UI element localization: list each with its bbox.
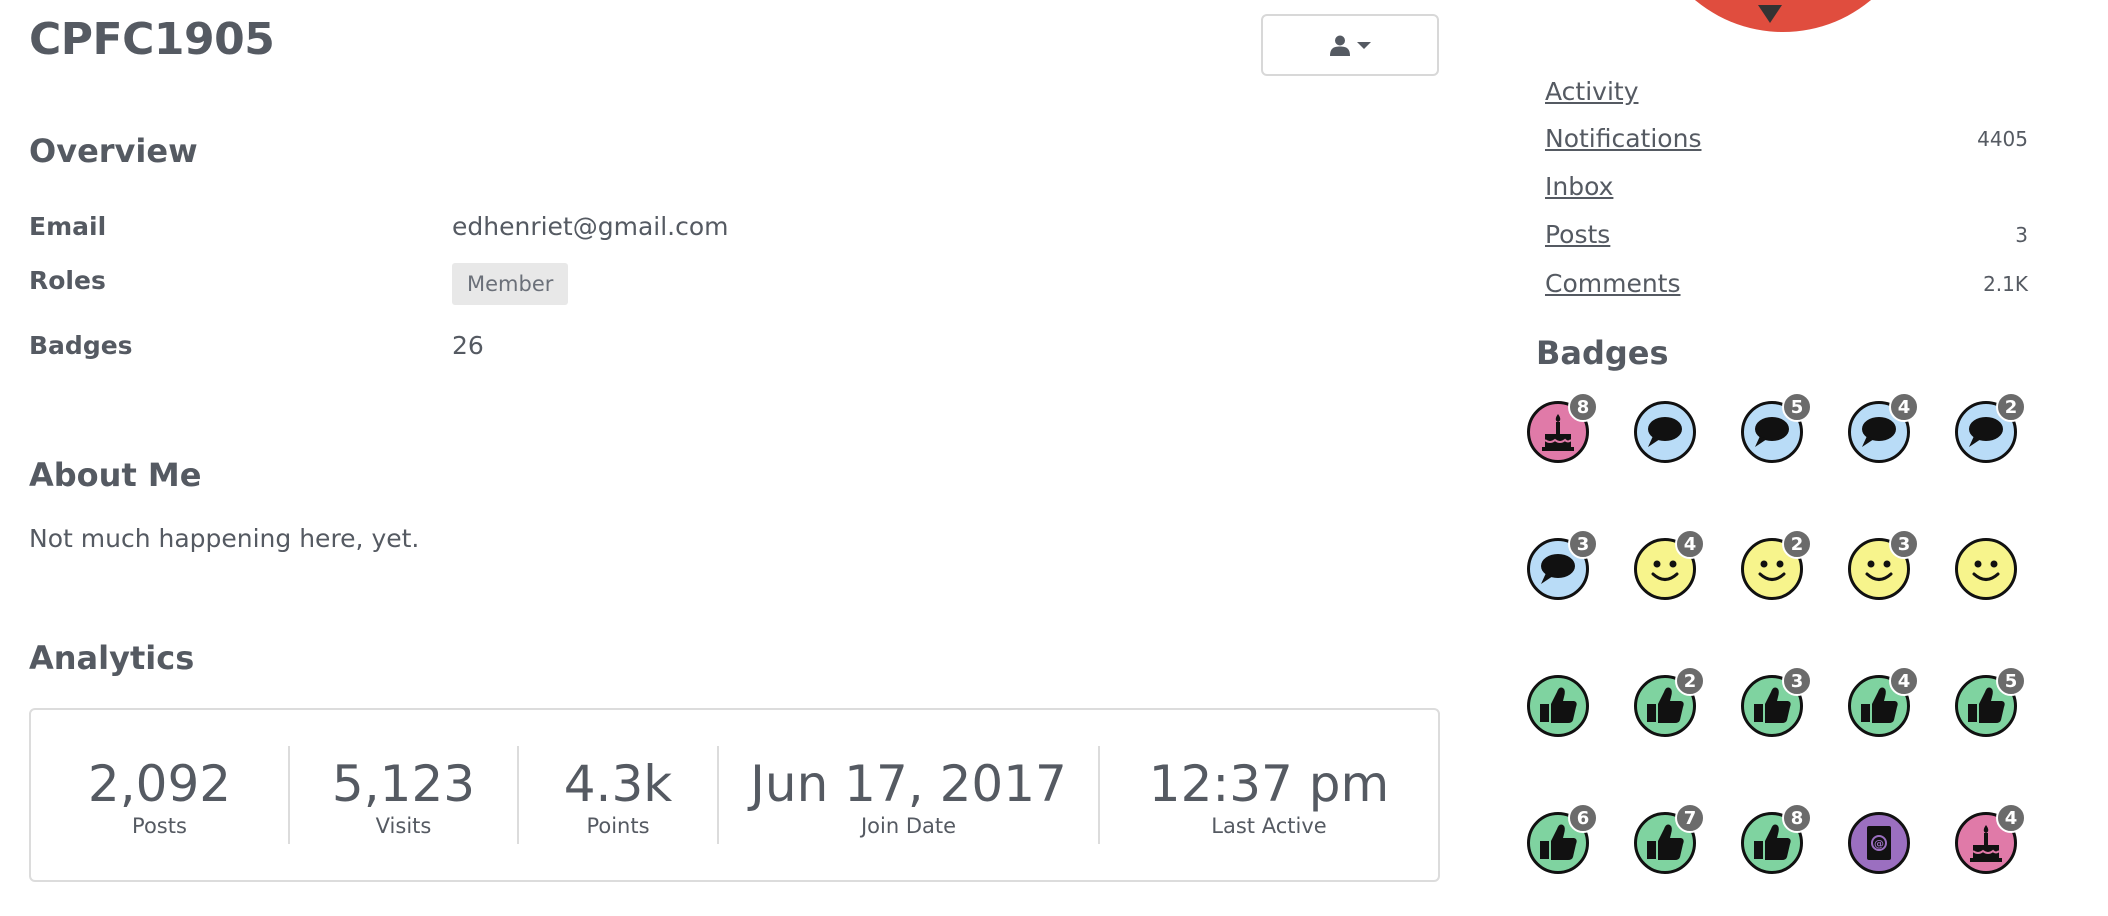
badges-title: Badges — [1536, 334, 1669, 372]
analytics-panel: 2,092 Posts 5,123 Visits 4.3k Points Jun… — [29, 708, 1440, 882]
stat-join-date: Jun 17, 2017 Join Date — [719, 710, 1098, 880]
analytics-title: Analytics — [29, 639, 195, 677]
about-title: About Me — [29, 456, 202, 494]
badge-thumbs-up[interactable]: 4 — [1847, 666, 1919, 738]
badge-cake[interactable]: 8 — [1526, 392, 1598, 464]
badge-count: 7 — [1675, 803, 1705, 833]
badge-count: 3 — [1568, 529, 1598, 559]
badge-thumbs-up[interactable]: 3 — [1740, 666, 1812, 738]
stat-label: Visits — [375, 813, 432, 838]
badge-speech-bubble[interactable]: 5 — [1740, 392, 1812, 464]
about-text: Not much happening here, yet. — [29, 524, 420, 553]
badge-count: 8 — [1568, 392, 1598, 422]
badge-thumbs-up[interactable]: 7 — [1633, 803, 1705, 875]
chevron-down-icon — [1357, 40, 1371, 50]
badge-count: 3 — [1889, 529, 1919, 559]
stat-label: Join Date — [860, 813, 957, 838]
badge-smiley[interactable]: 4 — [1633, 529, 1705, 601]
role-badge: Member — [452, 263, 569, 305]
svg-text:@: @ — [1874, 839, 1884, 850]
badge-thumbs-up[interactable] — [1526, 674, 1590, 738]
badge-speech-bubble[interactable]: 4 — [1847, 392, 1919, 464]
comments-count: 2.1K — [1983, 272, 2028, 296]
overview-title: Overview — [29, 132, 198, 170]
smiley-icon — [1955, 538, 2017, 600]
email-label: Email — [29, 212, 107, 241]
badge-count: 6 — [1568, 803, 1598, 833]
badge-thumbs-up[interactable]: 2 — [1633, 666, 1705, 738]
address-book-icon: @ — [1848, 812, 1910, 874]
badge-address-book[interactable]: @ — [1847, 811, 1911, 875]
roles-label: Roles — [29, 266, 106, 295]
badge-cake[interactable]: 4 — [1954, 803, 2026, 875]
stat-label: Posts — [132, 813, 187, 838]
user-icon — [1329, 34, 1351, 56]
stat-value: 12:37 pm — [1148, 754, 1390, 813]
badge-smiley[interactable] — [1954, 537, 2018, 601]
badge-speech-bubble[interactable]: 2 — [1954, 392, 2026, 464]
stat-value: 4.3k — [563, 754, 673, 813]
badge-thumbs-up[interactable]: 6 — [1526, 803, 1598, 875]
badge-count: 3 — [1782, 666, 1812, 696]
stat-points: 4.3k Points — [519, 710, 717, 880]
speech-bubble-icon — [1634, 401, 1696, 463]
badge-count: 4 — [1889, 666, 1919, 696]
avatar[interactable] — [1648, 0, 1918, 37]
sidebar-link-activity[interactable]: Activity — [1545, 77, 1639, 106]
badge-smiley[interactable]: 2 — [1740, 529, 1812, 601]
badge-count: 5 — [1782, 392, 1812, 422]
stat-value: 2,092 — [87, 754, 232, 813]
badge-speech-bubble[interactable] — [1633, 400, 1697, 464]
stat-value: Jun 17, 2017 — [750, 754, 1067, 813]
notifications-count: 4405 — [1977, 127, 2028, 151]
stat-value: 5,123 — [331, 754, 476, 813]
email-value: edhenriet@gmail.com — [452, 212, 729, 241]
badge-thumbs-up[interactable]: 5 — [1954, 666, 2026, 738]
badge-speech-bubble[interactable]: 3 — [1526, 529, 1598, 601]
thumbs-up-icon — [1527, 675, 1589, 737]
badge-count: 2 — [1996, 392, 2026, 422]
sidebar-link-inbox[interactable]: Inbox — [1545, 172, 1613, 201]
posts-count: 3 — [2015, 223, 2028, 247]
badge-thumbs-up[interactable]: 8 — [1740, 803, 1812, 875]
sidebar-link-comments[interactable]: Comments — [1545, 269, 1681, 298]
badges-count-value: 26 — [452, 331, 484, 360]
badge-count: 2 — [1675, 666, 1705, 696]
badge-count: 4 — [1889, 392, 1919, 422]
badge-count: 4 — [1675, 529, 1705, 559]
stat-label: Last Active — [1211, 813, 1327, 838]
stat-posts: 2,092 Posts — [31, 710, 288, 880]
user-options-button[interactable] — [1261, 14, 1439, 76]
sidebar-link-notifications[interactable]: Notifications — [1545, 124, 1701, 153]
badge-smiley[interactable]: 3 — [1847, 529, 1919, 601]
badge-count: 8 — [1782, 803, 1812, 833]
stat-last-active: 12:37 pm Last Active — [1100, 710, 1438, 880]
badges-count-label: Badges — [29, 331, 133, 360]
sidebar-link-posts[interactable]: Posts — [1545, 220, 1610, 249]
badge-count: 4 — [1996, 803, 2026, 833]
stat-visits: 5,123 Visits — [290, 710, 517, 880]
badge-count: 2 — [1782, 529, 1812, 559]
page-title: CPFC1905 — [29, 14, 275, 65]
stat-label: Points — [586, 813, 650, 838]
badge-count: 5 — [1996, 666, 2026, 696]
